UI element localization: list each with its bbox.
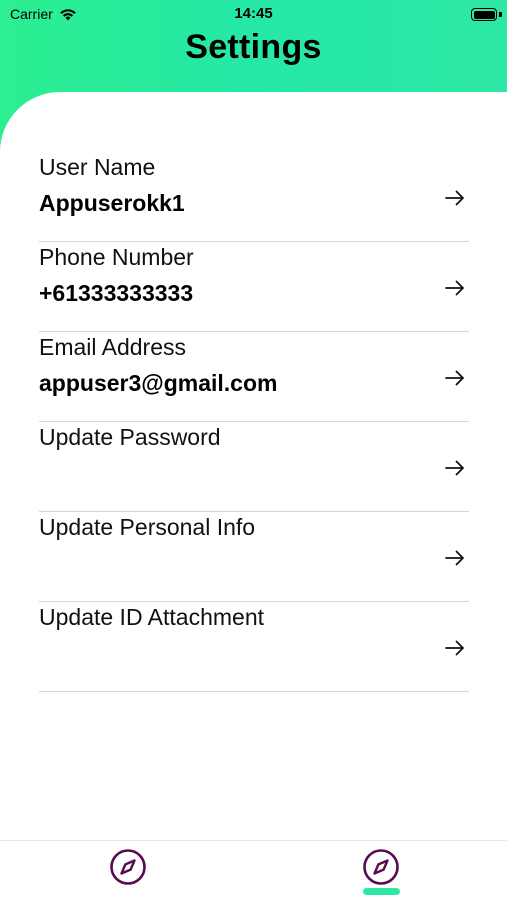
row-value: appuser3@gmail.com [39, 370, 278, 396]
battery-tip [499, 12, 502, 17]
row-label: Email Address [39, 334, 187, 360]
row-label: Update Password [39, 424, 221, 450]
active-tab-indicator [363, 888, 400, 895]
settings-row-email-address[interactable]: Email Address appuser3@gmail.com [39, 332, 469, 422]
arrow-right-icon[interactable] [443, 546, 467, 570]
row-label: Update Personal Info [39, 514, 256, 540]
arrow-right-icon[interactable] [443, 636, 467, 660]
arrow-right-icon[interactable] [443, 186, 467, 210]
compass-icon[interactable] [361, 847, 401, 887]
compass-icon[interactable] [108, 847, 148, 887]
settings-row-update-id-attachment[interactable]: Update ID Attachment [39, 602, 469, 692]
status-time: 14:45 [234, 5, 273, 22]
arrow-right-icon[interactable] [443, 276, 467, 300]
settings-row-update-personal-info[interactable]: Update Personal Info [39, 512, 469, 602]
settings-list: User Name Appuserokk1 Phone Number +6133… [39, 152, 469, 692]
settings-row-phone-number[interactable]: Phone Number +61333333333 [39, 242, 469, 332]
tab-bar [0, 840, 507, 900]
settings-row-update-password[interactable]: Update Password [39, 422, 469, 512]
battery-icon [471, 8, 497, 21]
arrow-right-icon[interactable] [443, 366, 467, 390]
settings-row-user-name[interactable]: User Name Appuserokk1 [39, 152, 469, 242]
row-label: User Name [39, 154, 156, 180]
page-title: Settings [185, 28, 322, 66]
status-bar: Carrier 14:45 [0, 0, 507, 28]
row-label: Phone Number [39, 244, 194, 270]
row-value: Appuserokk1 [39, 190, 185, 216]
row-value: +61333333333 [39, 280, 194, 306]
row-label: Update ID Attachment [39, 604, 265, 630]
arrow-right-icon[interactable] [443, 456, 467, 480]
